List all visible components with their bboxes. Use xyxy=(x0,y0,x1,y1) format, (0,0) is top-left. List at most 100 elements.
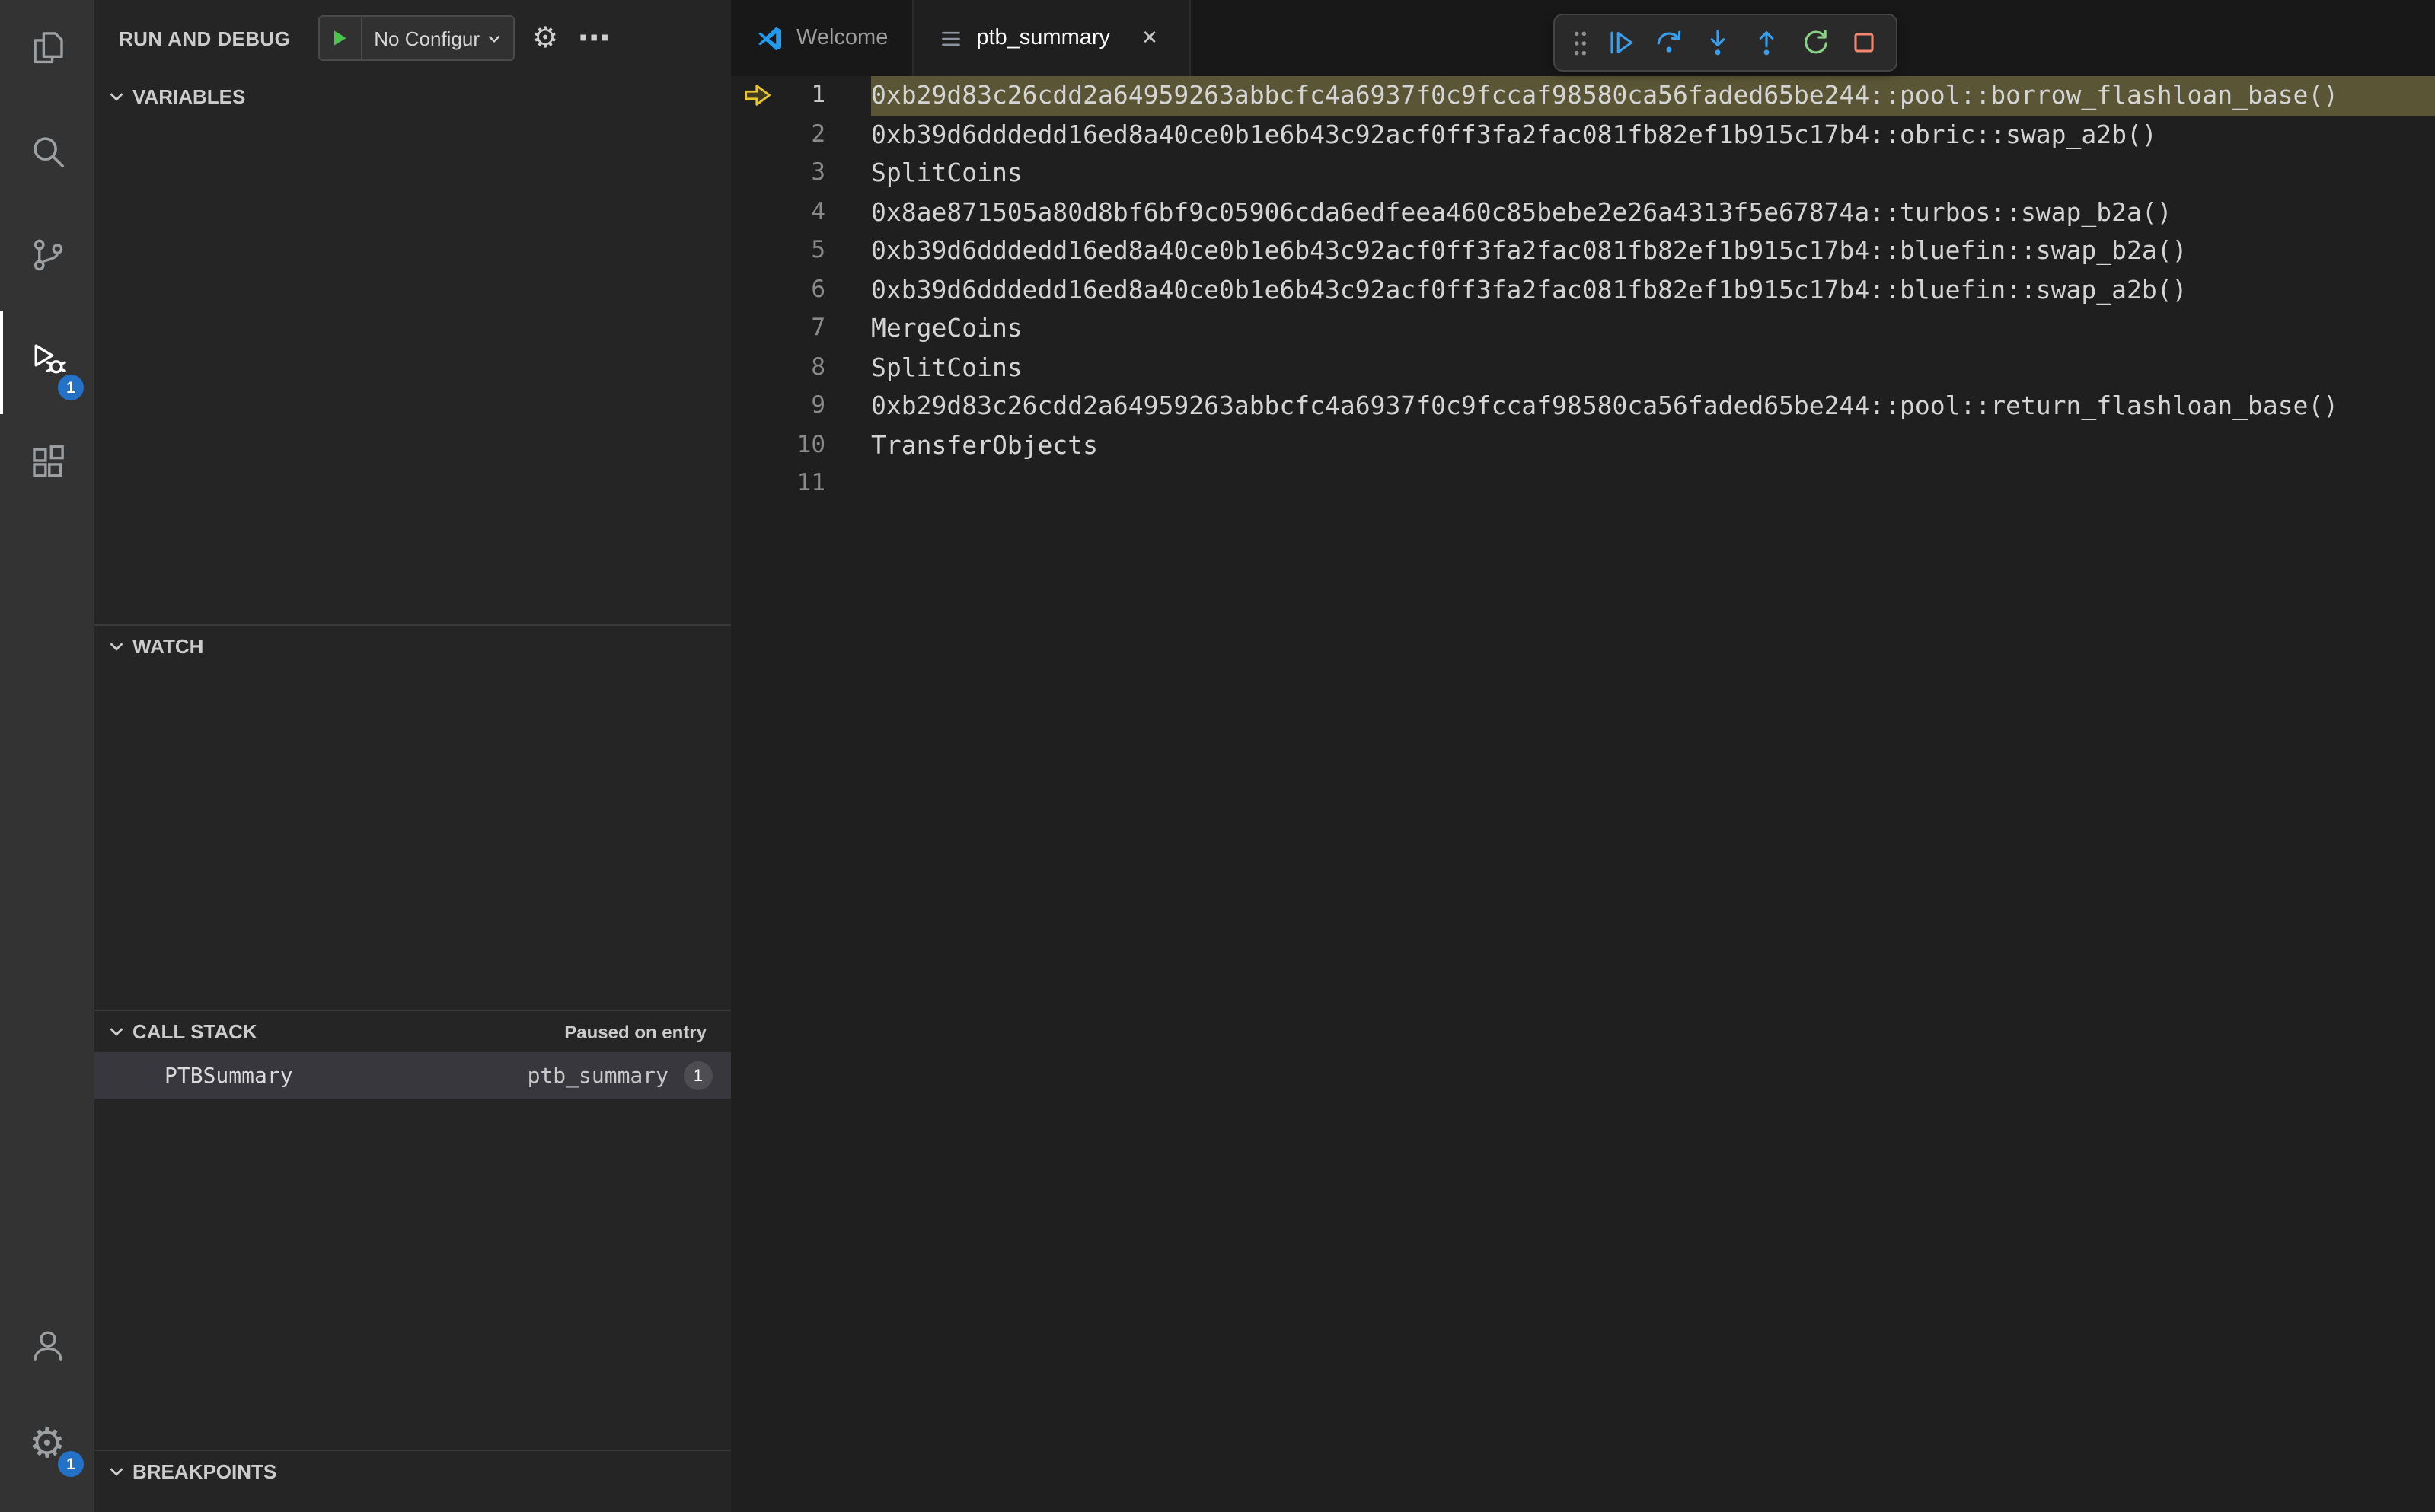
code-line-10[interactable]: 10 TransferObjects xyxy=(731,426,2435,464)
glyph-margin[interactable] xyxy=(731,115,783,154)
line-text: SplitCoins xyxy=(871,158,1023,187)
close-icon[interactable]: ✕ xyxy=(1135,23,1165,53)
sidebar-header: RUN AND DEBUG No Configur ⚙ ⋯ xyxy=(94,0,731,76)
call-stack-pane: CALL STACK Paused on entry PTBSummary ptb… xyxy=(94,1010,731,1450)
line-text: 0xb39d6dddedd16ed8a40ce0b1e6b43c92acf0ff… xyxy=(871,120,2157,148)
watch-label: WATCH xyxy=(132,635,204,658)
line-number: 2 xyxy=(811,120,825,147)
line-text: TransferObjects xyxy=(871,430,1099,459)
step-out-button[interactable] xyxy=(1744,20,1789,65)
line-number: 5 xyxy=(811,236,825,263)
glyph-margin[interactable] xyxy=(731,309,783,348)
activity-bar-bottom: ⚙ 1 xyxy=(0,1302,94,1512)
line-text: SplitCoins xyxy=(871,352,1023,381)
stop-button[interactable] xyxy=(1841,20,1887,65)
glyph-margin[interactable] xyxy=(731,193,783,231)
frame-name: PTBSummary xyxy=(164,1064,293,1088)
line-text: 0xb39d6dddedd16ed8a40ce0b1e6b43c92acf0ff… xyxy=(871,275,2188,304)
glyph-margin[interactable] xyxy=(731,231,783,270)
restart-button[interactable] xyxy=(1792,20,1838,65)
line-number: 9 xyxy=(811,391,825,419)
chevron-down-icon xyxy=(105,85,128,108)
file-list-icon xyxy=(938,25,964,51)
step-into-button[interactable] xyxy=(1695,20,1741,65)
variables-pane: VARIABLES xyxy=(94,76,731,624)
code-line-5[interactable]: 5 0xb39d6dddedd16ed8a40ce0b1e6b43c92acf0f… xyxy=(731,231,2435,270)
tab-label: ptb_summary xyxy=(976,26,1111,50)
glyph-margin[interactable] xyxy=(731,154,783,193)
line-text: 0xb29d83c26cdd2a64959263abbcfc4a6937f0c9… xyxy=(871,76,2435,115)
line-number: 7 xyxy=(811,314,825,341)
variables-content xyxy=(94,117,731,624)
debug-config-dropdown[interactable]: No Configur xyxy=(318,15,515,61)
line-number: 1 xyxy=(811,81,825,108)
activity-explorer[interactable] xyxy=(0,0,94,104)
code-line-3[interactable]: 3 SplitCoins xyxy=(731,154,2435,193)
vscode-window: 1 ⚙ 1 RUN AND DEBUG No Configur ⚙ ⋯ VARI… xyxy=(0,0,2435,1512)
code-line-6[interactable]: 6 0xb39d6dddedd16ed8a40ce0b1e6b43c92acf0f… xyxy=(731,270,2435,309)
sidebar-title: RUN AND DEBUG xyxy=(119,27,291,49)
code-line-7[interactable]: 7 MergeCoins xyxy=(731,309,2435,348)
watch-section-header[interactable]: WATCH xyxy=(94,626,731,667)
glyph-margin[interactable] xyxy=(731,76,783,115)
tab-welcome[interactable]: Welcome xyxy=(731,0,914,76)
line-number: 6 xyxy=(811,275,825,302)
activity-extensions[interactable] xyxy=(0,414,94,518)
debug-badge: 1 xyxy=(58,375,84,400)
watch-content xyxy=(94,667,731,1010)
explorer-icon xyxy=(27,27,68,76)
frame-source: ptb_summary xyxy=(527,1064,669,1088)
call-stack-section-header[interactable]: CALL STACK Paused on entry xyxy=(94,1011,731,1052)
code-line-4[interactable]: 4 0x8ae871505a80d8bf6bf9c05906cda6edfeea4… xyxy=(731,193,2435,231)
glyph-margin[interactable] xyxy=(731,387,783,426)
line-text: MergeCoins xyxy=(871,314,1023,343)
toolbar-drag-handle[interactable] xyxy=(1564,20,1594,65)
watch-pane: WATCH xyxy=(94,624,731,1010)
line-number: 3 xyxy=(811,158,825,186)
continue-button[interactable] xyxy=(1597,20,1643,65)
code-line-2[interactable]: 2 0xb39d6dddedd16ed8a40ce0b1e6b43c92acf0f… xyxy=(731,115,2435,154)
frame-badge: 1 xyxy=(684,1061,713,1090)
glyph-margin[interactable] xyxy=(731,426,783,464)
chevron-down-icon xyxy=(105,1020,128,1043)
variables-section-header[interactable]: VARIABLES xyxy=(94,76,731,117)
breakpoints-pane: BREAKPOINTS xyxy=(94,1450,731,1512)
tab-ptb-summary[interactable]: ptb_summary ✕ xyxy=(914,0,1192,76)
manage-badge: 1 xyxy=(58,1451,84,1477)
breakpoints-label: BREAKPOINTS xyxy=(132,1460,277,1483)
line-number: 8 xyxy=(811,352,825,380)
step-over-button[interactable] xyxy=(1646,20,1692,65)
activity-accounts[interactable] xyxy=(0,1302,94,1396)
code-line-8[interactable]: 8 SplitCoins xyxy=(731,348,2435,387)
editor-area: Welcome ptb_summary ✕ 1 0xb29d83c26cdd2a… xyxy=(731,0,2435,1512)
breakpoints-section-header[interactable]: BREAKPOINTS xyxy=(94,1451,731,1492)
code-line-9[interactable]: 9 0xb29d83c26cdd2a64959263abbcfc4a6937f0c… xyxy=(731,387,2435,426)
call-stack-frame[interactable]: PTBSummary ptb_summary 1 xyxy=(94,1052,731,1099)
line-text: 0x8ae871505a80d8bf6bf9c05906cda6edfeea46… xyxy=(871,197,2172,226)
activity-bar-top: 1 xyxy=(0,0,94,518)
code-line-11[interactable]: 11 xyxy=(731,464,2435,503)
activity-manage[interactable]: ⚙ 1 xyxy=(0,1396,94,1491)
start-debugging-icon[interactable] xyxy=(319,17,362,59)
code-line-1[interactable]: 1 0xb29d83c26cdd2a64959263abbcfc4a6937f0c… xyxy=(731,76,2435,115)
chevron-down-icon xyxy=(484,28,513,48)
search-icon xyxy=(27,131,68,180)
config-select-label: No Configur xyxy=(374,27,480,49)
variables-label: VARIABLES xyxy=(132,85,246,108)
tab-label: Welcome xyxy=(796,26,889,50)
activity-run-and-debug[interactable]: 1 xyxy=(0,311,94,414)
editor-content[interactable]: 1 0xb29d83c26cdd2a64959263abbcfc4a6937f0c… xyxy=(731,76,2435,1512)
account-icon xyxy=(27,1325,68,1373)
gear-icon[interactable]: ⚙ xyxy=(527,20,563,56)
glyph-margin[interactable] xyxy=(731,348,783,387)
glyph-margin[interactable] xyxy=(731,464,783,503)
debug-toolbar xyxy=(1553,14,1897,72)
more-actions-icon[interactable]: ⋯ xyxy=(576,20,612,56)
vscode-logo-icon xyxy=(755,24,784,53)
activity-search[interactable] xyxy=(0,104,94,207)
source-control-icon xyxy=(27,234,68,283)
debug-current-line-arrow xyxy=(744,85,770,107)
line-number: 11 xyxy=(796,469,825,496)
glyph-margin[interactable] xyxy=(731,270,783,309)
activity-source-control[interactable] xyxy=(0,207,94,311)
